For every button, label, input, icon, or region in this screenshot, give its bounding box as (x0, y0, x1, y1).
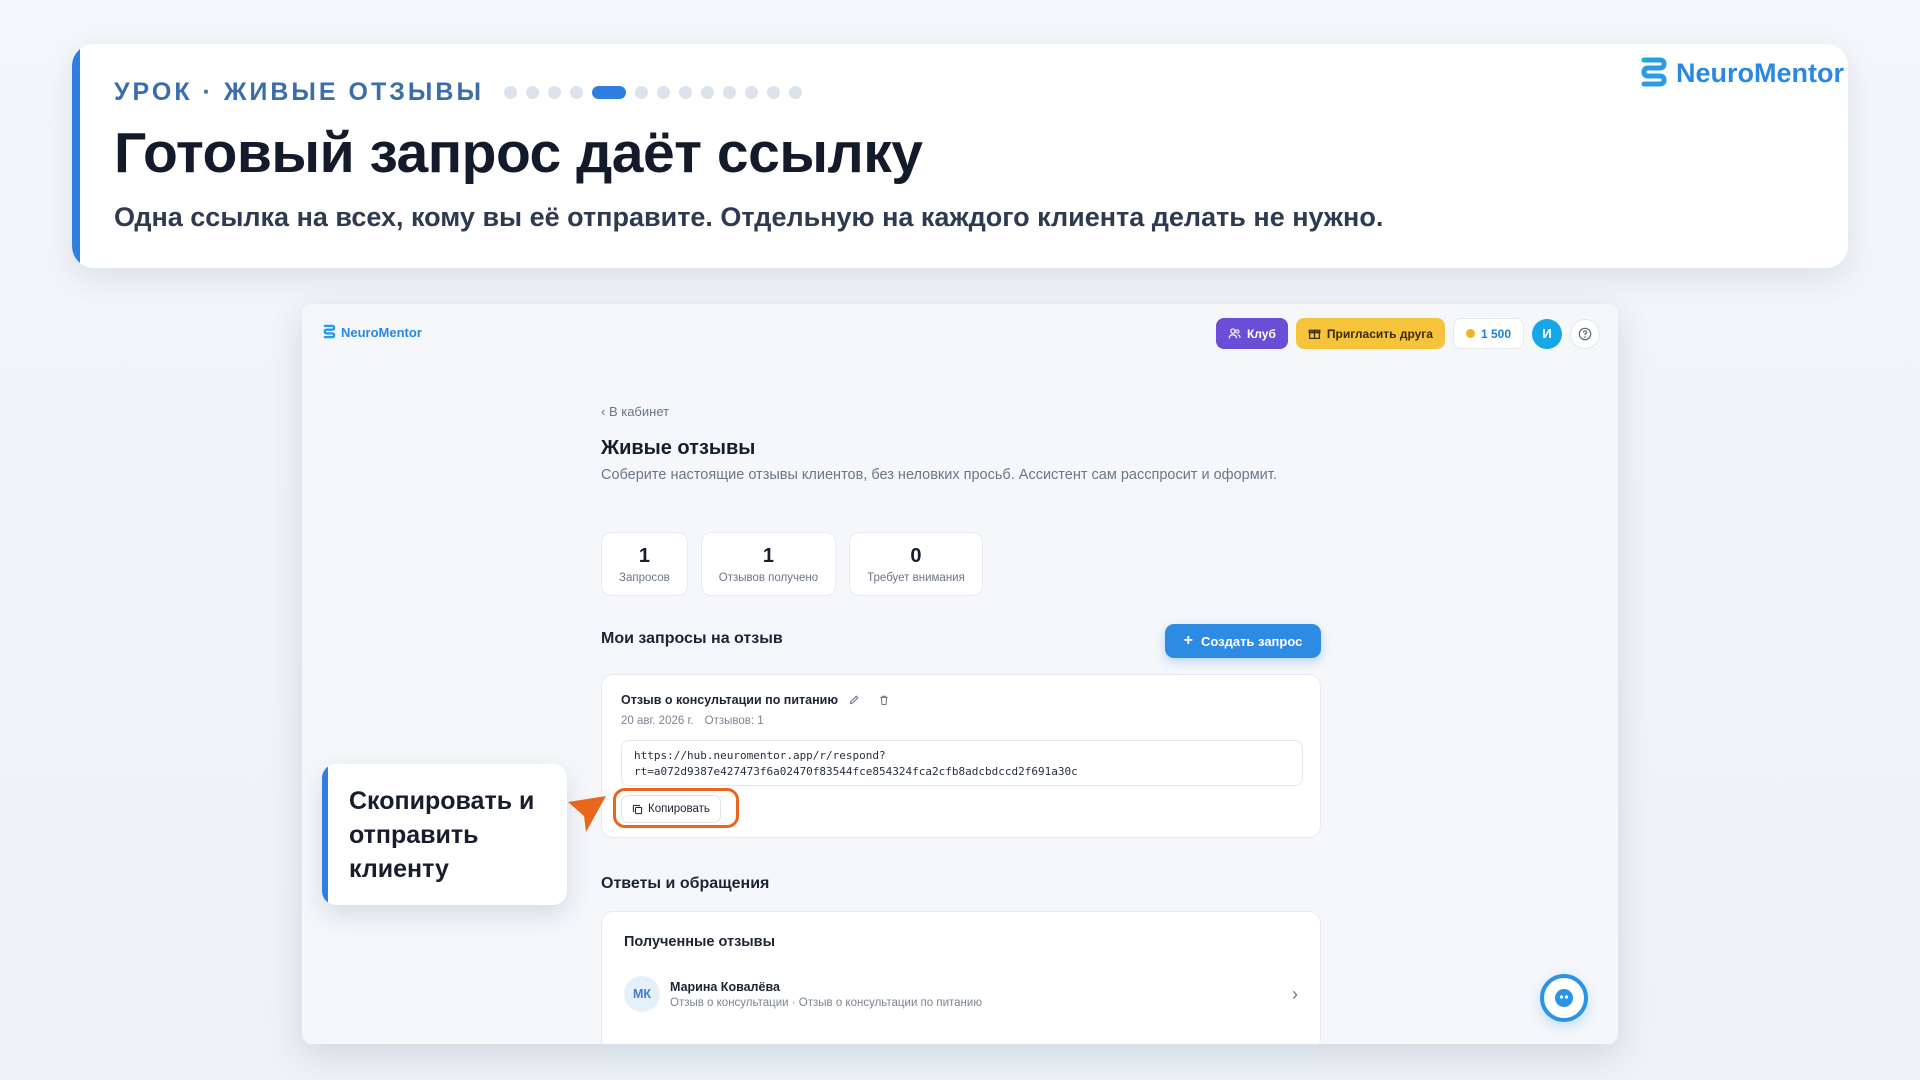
stat-reviews-received: 1 Отзывов получено (700, 532, 837, 596)
club-button[interactable]: Клуб (1215, 318, 1288, 349)
reviewer-detail: Отзыв о консультации · Отзыв о консульта… (670, 996, 982, 1009)
request-title: Отзыв о консультации по питанию (621, 693, 839, 707)
request-link-line: https://hub.neuromentor.app/r/respond? (634, 749, 886, 762)
reviewer-name: Марина Ковалёва (670, 979, 780, 994)
progress-dot (634, 86, 648, 99)
progress-dot (722, 86, 736, 99)
progress-dot (788, 86, 802, 99)
create-request-button[interactable]: + Создать запрос (1165, 624, 1321, 658)
stat-label: Требует внимания (867, 571, 965, 584)
coin-icon (1465, 329, 1475, 338)
requests-section-title: Мои запросы на отзыв (601, 630, 783, 647)
progress-dot (766, 86, 780, 99)
stat-label: Запросов (619, 571, 670, 584)
neuromentor-logo-icon (323, 324, 336, 339)
help-icon (1578, 327, 1592, 340)
reviewer-avatar: МК (624, 976, 660, 1012)
stat-label: Отзывов получено (718, 571, 819, 584)
progress-dot (547, 86, 561, 99)
gift-icon (1308, 329, 1321, 339)
invite-friend-button[interactable]: Пригласить друга (1295, 318, 1445, 349)
trash-icon[interactable] (878, 694, 890, 706)
received-reviews-title: Полученные отзывы (624, 934, 775, 950)
list-item[interactable]: МК Марина Ковалёва Отзыв о консультации … (624, 974, 1298, 1014)
create-request-label: Создать запрос (1200, 633, 1303, 649)
request-card: Отзыв о консультации по питанию 20 авг. … (601, 674, 1321, 838)
callout-text: Скопировать и отправить клиенту (349, 787, 535, 883)
user-avatar[interactable]: И (1532, 318, 1562, 349)
brand-name: NeuroMentor (1676, 57, 1844, 88)
copy-label: Копировать (648, 803, 710, 815)
lesson-header-card: УРОК · ЖИВЫЕ ОТЗЫВЫ Готовый запрос даёт … (72, 44, 1848, 268)
received-reviews-card: Полученные отзывы МК Марина Ковалёва Отз… (601, 911, 1321, 1044)
reviewer-info: Марина Ковалёва Отзыв о консультации · О… (670, 980, 1292, 1009)
app-window: NeuroMentor Клуб Пригласить друга 1 500 … (302, 304, 1618, 1044)
app-brand-name: NeuroMentor (341, 324, 422, 340)
copy-icon (632, 804, 643, 814)
lesson-title: Готовый запрос даёт ссылку (114, 121, 923, 185)
progress-dot (525, 86, 539, 99)
lesson-label: УРОК · ЖИВЫЕ ОТЗЫВЫ (114, 78, 484, 106)
users-icon (1228, 328, 1241, 339)
chat-assistant-button[interactable] (1540, 974, 1588, 1022)
help-button[interactable] (1570, 318, 1600, 349)
back-to-cabinet-link[interactable]: ‹ В кабинет (601, 404, 669, 419)
app-brand[interactable]: NeuroMentor (322, 324, 422, 340)
request-link-line: rt=a072d9387e427473f6a02470f83544fce8543… (634, 765, 1078, 778)
request-date: 20 авг. 2026 г. (621, 715, 694, 727)
request-link-field[interactable]: https://hub.neuromentor.app/r/respond? r… (621, 740, 1303, 786)
responses-section-title: Ответы и обращения (601, 875, 770, 892)
request-meta: 20 авг. 2026 г. Отзывов: 1 (621, 715, 764, 727)
arrow-right-icon (568, 796, 606, 832)
stat-value: 1 (762, 544, 775, 567)
progress-dot (678, 86, 692, 99)
lesson-accent-bar (72, 44, 80, 268)
progress-dot (503, 86, 517, 99)
invite-label: Пригласить друга (1326, 326, 1433, 341)
request-title-row: Отзыв о консультации по питанию (621, 693, 890, 707)
club-label: Клуб (1246, 326, 1276, 341)
brand-logo: NeuroMentor (1638, 56, 1844, 90)
progress-dot (700, 86, 714, 99)
neuromentor-logo-icon (1641, 57, 1667, 87)
lesson-progress-dots (503, 86, 802, 99)
topbar: Клуб Пригласить друга 1 500 И (1215, 318, 1600, 349)
callout-accent-bar (322, 764, 328, 905)
stat-value: 1 (638, 544, 650, 567)
chat-bubble-icon (1555, 989, 1573, 1007)
edit-icon[interactable] (848, 694, 860, 706)
page-title: Живые отзывы (601, 437, 756, 459)
stats-row: 1 Запросов 1 Отзывов получено 0 Требует … (601, 532, 983, 596)
progress-dot (569, 86, 583, 99)
lesson-label-row: УРОК · ЖИВЫЕ ОТЗЫВЫ (114, 78, 802, 107)
progress-dot (744, 86, 758, 99)
stat-needs-attention: 0 Требует внимания (849, 532, 983, 596)
page-description: Соберите настоящие отзывы клиентов, без … (601, 467, 1277, 483)
chevron-right-icon: › (1292, 983, 1298, 1004)
plus-icon: + (1183, 632, 1193, 649)
stat-value: 0 (910, 544, 922, 567)
progress-dot (656, 86, 670, 99)
lesson-subtitle: Одна ссылка на всех, кому вы её отправит… (114, 202, 1384, 232)
coins-balance[interactable]: 1 500 (1452, 318, 1524, 349)
request-reviews-count: Отзывов: 1 (704, 715, 764, 727)
progress-dot-active (591, 86, 626, 99)
callout-card: Скопировать и отправить клиенту (322, 764, 567, 905)
coins-value: 1 500 (1480, 326, 1511, 341)
stat-requests: 1 Запросов (601, 532, 688, 596)
copy-link-button[interactable]: Копировать (621, 795, 721, 823)
